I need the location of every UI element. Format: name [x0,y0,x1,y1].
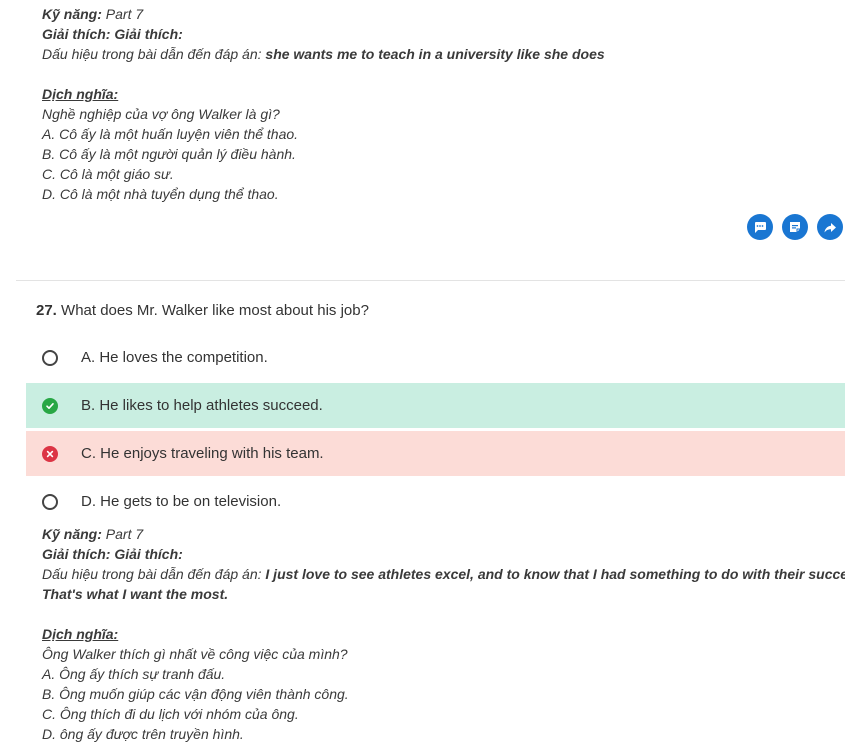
translation-line: Nghề nghiệp của vợ ông Walker là gì? [42,106,280,122]
note-icon [790,222,800,232]
skill-value: Part 7 [105,6,144,22]
translation-label: Dịch nghĩa: [42,86,119,102]
translation-line: Ông Walker thích gì nhất về công việc củ… [42,646,348,662]
explain-label: Giải thích: [42,26,111,42]
signal-text-continued: That's what I want the most. [42,586,229,602]
signal-row: Dấu hiệu trong bài dẫn đến đáp án: she w… [42,44,605,64]
explanation-block-26: Kỹ năng: Part 7 Giải thích: Giải thích: … [42,4,605,204]
explain-row: Giải thích: Giải thích: [42,544,845,564]
translation-line: A. Cô ấy là một huấn luyện viên thể thao… [42,126,299,142]
translation-line: D. Cô là một nhà tuyển dụng thể thao. [42,186,279,202]
comment-icon [755,222,766,233]
skill-label: Kỹ năng: [42,526,102,542]
translation-label: Dịch nghĩa: [42,626,119,642]
share-button[interactable] [817,214,843,240]
option-b[interactable]: B. He likes to help athletes succeed. [26,383,845,428]
section-divider [16,280,845,281]
question-number: 27. [36,302,57,319]
signal-prefix: Dấu hiệu trong bài dẫn đến đáp án: [42,566,262,582]
translation-line: D. ông ấy được trên truyền hình. [42,726,244,742]
skill-row: Kỹ năng: Part 7 [42,4,605,24]
translation-line: B. Ông muốn giúp các vận động viên thành… [42,686,349,702]
explain-row: Giải thích: Giải thích: [42,24,605,44]
question-text: What does Mr. Walker like most about his… [61,302,369,319]
translation-line: A. Ông ấy thích sự tranh đấu. [42,666,226,682]
skill-row: Kỹ năng: Part 7 [42,524,845,544]
question-actions [747,214,843,240]
option-label: D. He gets to be on television. [81,493,282,510]
explanation-block-27: Kỹ năng: Part 7 Giải thích: Giải thích: … [42,524,845,744]
option-d[interactable]: D. He gets to be on television. [26,479,845,524]
question-title: 27. What does Mr. Walker like most about… [36,300,369,322]
signal-prefix: Dấu hiệu trong bài dẫn đến đáp án: [42,46,262,62]
option-c[interactable]: C. He enjoys traveling with his team. [26,431,845,476]
signal-text: she wants me to teach in a university li… [265,46,605,62]
share-icon [824,223,836,233]
note-button[interactable] [782,214,808,240]
translation-line: B. Cô ấy là một người quản lý điều hành. [42,146,296,162]
radio-empty-icon [42,493,58,510]
signal-row: Dấu hiệu trong bài dẫn đến đáp án: I jus… [42,564,845,584]
option-radio[interactable] [42,397,58,414]
option-label: A. He loves the competition. [81,349,268,366]
skill-value: Part 7 [105,526,144,542]
translation-line: C. Ông thích đi du lịch với nhóm của ông… [42,706,299,722]
explain-label: Giải thích: [42,546,111,562]
translation-line: C. Cô là một giáo sư. [42,166,174,182]
option-radio[interactable] [42,349,58,366]
option-label: B. He likes to help athletes succeed. [81,397,323,414]
radio-empty-icon [42,349,58,366]
option-label: C. He enjoys traveling with his team. [81,445,324,462]
option-radio[interactable] [42,445,58,462]
option-radio[interactable] [42,493,58,510]
signal-text: I just love to see athletes excel, and t… [265,566,845,582]
skill-label: Kỹ năng: [42,6,102,22]
x-circle-icon [42,445,58,462]
option-a[interactable]: A. He loves the competition. [26,335,845,380]
check-circle-icon [42,397,58,414]
comment-button[interactable] [747,214,773,240]
explain-value: Giải thích: [114,26,183,42]
explain-value: Giải thích: [114,546,183,562]
